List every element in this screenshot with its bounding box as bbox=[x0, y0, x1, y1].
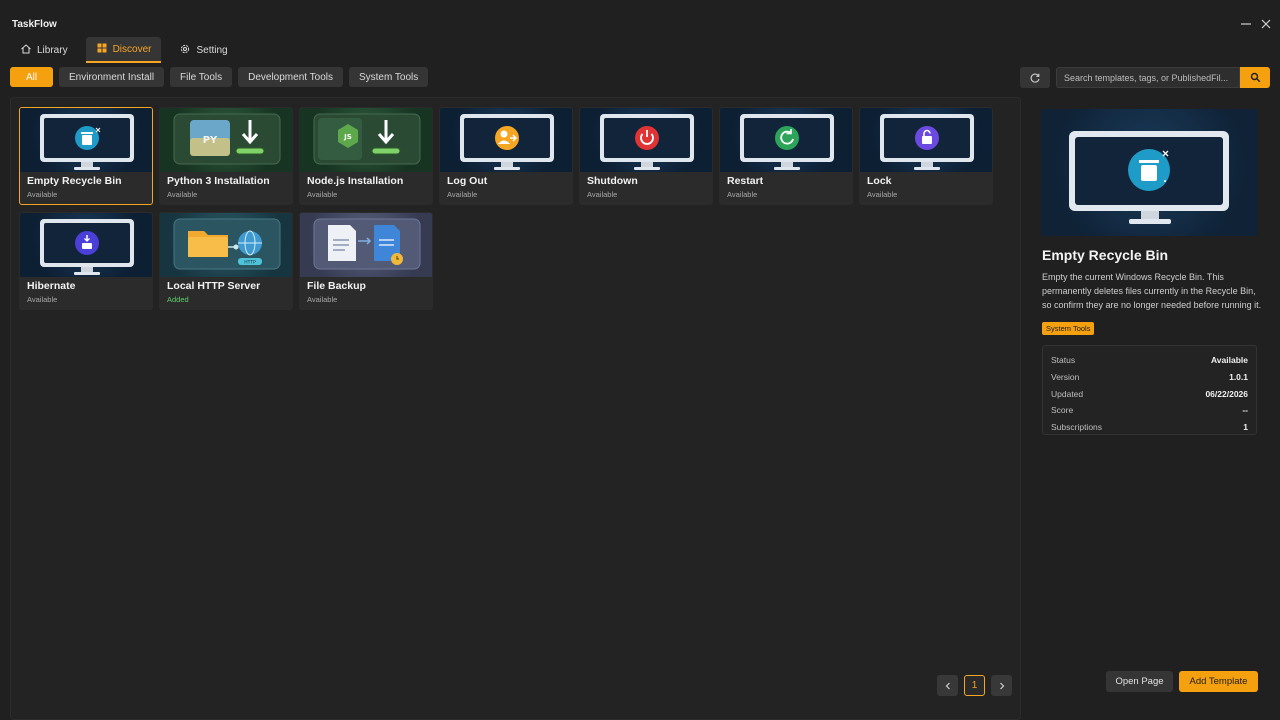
nodejs-install-icon: JS bbox=[300, 108, 432, 172]
info-value: 1 bbox=[1243, 422, 1248, 433]
templates-panel: Empty Recycle Bin Available PY Python 3 … bbox=[10, 97, 1021, 720]
info-row: Score -- bbox=[1051, 402, 1248, 419]
gear-icon bbox=[179, 43, 191, 58]
category-filters: All Environment Install File Tools Devel… bbox=[10, 67, 429, 87]
template-grid: Empty Recycle Bin Available PY Python 3 … bbox=[19, 107, 993, 310]
card-status: Available bbox=[27, 190, 58, 199]
card-status: Available bbox=[307, 295, 338, 304]
close-icon[interactable] bbox=[1258, 16, 1274, 32]
tab-label: Library bbox=[37, 44, 68, 56]
category-tag: System Tools bbox=[1042, 322, 1095, 335]
python-install-icon: PY bbox=[160, 108, 292, 172]
filter-all[interactable]: All bbox=[10, 67, 53, 87]
template-detail-panel: Empty Recycle Bin Empty the current Wind… bbox=[1035, 97, 1271, 720]
detail-title: Empty Recycle Bin bbox=[1042, 247, 1169, 263]
search-icon bbox=[1250, 72, 1260, 83]
thumb-label: JS bbox=[343, 133, 352, 141]
card-status: Available bbox=[27, 295, 58, 304]
nav-tabs: Library Discover Setting bbox=[10, 37, 238, 64]
info-row: Subscriptions 1 bbox=[1051, 419, 1248, 436]
tab-setting[interactable]: Setting bbox=[169, 37, 237, 63]
filter-environment-install[interactable]: Environment Install bbox=[59, 67, 165, 87]
info-key: Updated bbox=[1051, 388, 1084, 399]
chevron-right-icon bbox=[999, 682, 1004, 689]
card-status: Available bbox=[867, 190, 898, 199]
detail-info-table: Status Available Version 1.0.1 Updated 0… bbox=[1042, 345, 1257, 435]
power-icon bbox=[580, 108, 712, 172]
card-status: Available bbox=[167, 190, 198, 199]
card-title: Restart bbox=[727, 175, 764, 187]
detail-description: Empty the current Windows Recycle Bin. T… bbox=[1042, 272, 1262, 310]
logout-icon bbox=[440, 108, 572, 172]
refresh-icon bbox=[1030, 73, 1040, 83]
card-status: Available bbox=[447, 190, 478, 199]
recycle-bin-icon bbox=[1041, 109, 1258, 236]
pagination: 1 bbox=[937, 675, 1012, 696]
card-title: Python 3 Installation bbox=[167, 175, 270, 187]
info-row: Updated 06/22/2026 bbox=[1051, 385, 1248, 402]
template-card-nodejs-installation[interactable]: JS Node.js Installation Available bbox=[299, 107, 433, 205]
template-card-hibernate[interactable]: Hibernate Available bbox=[19, 212, 153, 310]
card-status: Available bbox=[587, 190, 618, 199]
search-button[interactable] bbox=[1240, 67, 1270, 88]
page-number[interactable]: 1 bbox=[964, 675, 985, 696]
template-card-python-3-installation[interactable]: PY Python 3 Installation Available bbox=[159, 107, 293, 205]
grid-icon bbox=[96, 42, 108, 57]
card-title: Log Out bbox=[447, 175, 488, 187]
filter-development-tools[interactable]: Development Tools bbox=[238, 67, 343, 87]
search-input[interactable] bbox=[1056, 67, 1240, 88]
refresh-button[interactable] bbox=[1020, 67, 1050, 88]
template-card-log-out[interactable]: Log Out Available bbox=[439, 107, 573, 205]
http-server-icon: HTTP bbox=[160, 213, 292, 277]
card-title: Shutdown bbox=[587, 175, 638, 187]
card-title: Lock bbox=[867, 175, 892, 187]
info-row: Status Available bbox=[1051, 352, 1248, 369]
info-value: -- bbox=[1242, 405, 1248, 416]
info-value: 06/22/2026 bbox=[1205, 388, 1248, 399]
template-card-local-http-server[interactable]: HTTP Local HTTP Server Added bbox=[159, 212, 293, 310]
next-page-button[interactable] bbox=[991, 675, 1012, 696]
prev-page-button[interactable] bbox=[937, 675, 958, 696]
template-card-file-backup[interactable]: File Backup Available bbox=[299, 212, 433, 310]
tab-library[interactable]: Library bbox=[10, 37, 78, 63]
card-title: Hibernate bbox=[27, 280, 76, 292]
card-title: Node.js Installation bbox=[307, 175, 404, 187]
recycle-bin-icon bbox=[20, 108, 152, 172]
template-card-lock[interactable]: Lock Available bbox=[859, 107, 993, 205]
tab-discover[interactable]: Discover bbox=[85, 37, 162, 63]
card-title: File Backup bbox=[307, 280, 366, 292]
minimize-icon[interactable] bbox=[1238, 16, 1254, 32]
info-key: Version bbox=[1051, 372, 1080, 383]
restart-icon bbox=[720, 108, 852, 172]
home-icon bbox=[20, 43, 32, 58]
thumb-label: HTTP bbox=[244, 260, 256, 266]
title-bar: TaskFlow bbox=[0, 0, 1280, 36]
chevron-left-icon bbox=[945, 682, 950, 689]
add-template-button[interactable]: Add Template bbox=[1179, 671, 1258, 692]
template-card-empty-recycle-bin[interactable]: Empty Recycle Bin Available bbox=[19, 107, 153, 205]
card-status: Available bbox=[727, 190, 758, 199]
lock-icon bbox=[860, 108, 992, 172]
template-card-restart[interactable]: Restart Available bbox=[719, 107, 853, 205]
card-status: Available bbox=[307, 190, 338, 199]
hibernate-icon bbox=[20, 213, 152, 277]
filter-system-tools[interactable]: System Tools bbox=[348, 67, 429, 87]
card-title: Local HTTP Server bbox=[167, 280, 261, 292]
info-value: Available bbox=[1210, 355, 1248, 366]
card-status: Added bbox=[167, 295, 189, 304]
app-title: TaskFlow bbox=[12, 19, 57, 30]
tab-label: Discover bbox=[112, 43, 152, 55]
open-page-button[interactable]: Open Page bbox=[1106, 671, 1173, 692]
card-title: Empty Recycle Bin bbox=[27, 175, 122, 187]
template-card-shutdown[interactable]: Shutdown Available bbox=[579, 107, 713, 205]
info-key: Status bbox=[1051, 355, 1076, 366]
info-value: 1.0.1 bbox=[1229, 372, 1248, 383]
info-key: Score bbox=[1051, 405, 1074, 416]
thumb-label: PY bbox=[203, 135, 218, 146]
file-backup-icon bbox=[300, 213, 432, 277]
filter-file-tools[interactable]: File Tools bbox=[170, 67, 233, 87]
tab-label: Setting bbox=[196, 44, 228, 56]
info-key: Subscriptions bbox=[1051, 422, 1103, 433]
info-row: Version 1.0.1 bbox=[1051, 369, 1248, 386]
